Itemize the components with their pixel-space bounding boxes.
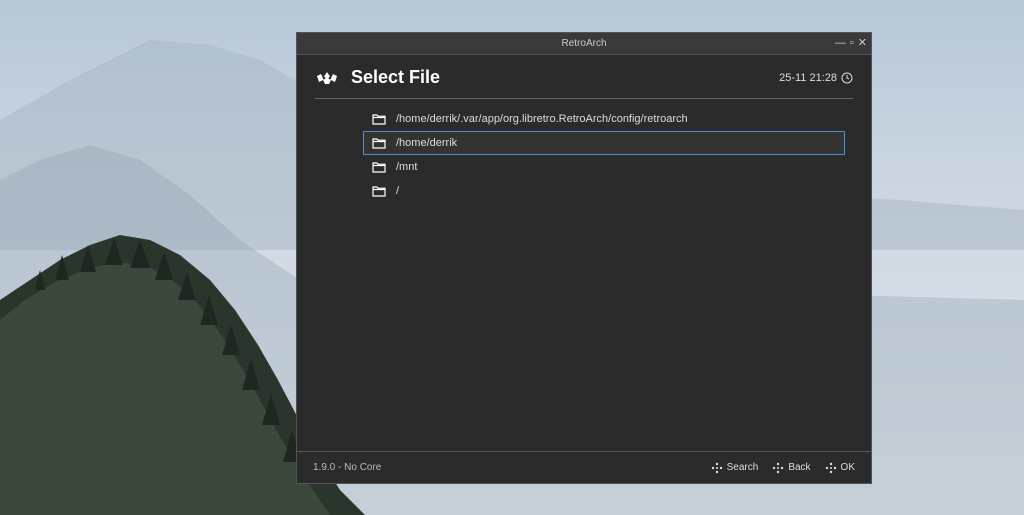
back-label: Back: [788, 462, 810, 473]
folder-icon: [372, 185, 386, 197]
clock-icon: [841, 72, 853, 84]
maximize-button[interactable]: ▫: [850, 38, 854, 49]
file-list: /home/derrik/.var/app/org.libretro.Retro…: [315, 107, 853, 203]
window-title: RetroArch: [561, 38, 606, 49]
file-item-label: /: [396, 185, 399, 197]
ok-action[interactable]: OK: [825, 462, 855, 474]
status-text: 1.9.0 - No Core: [313, 462, 381, 473]
search-action[interactable]: Search: [711, 462, 759, 474]
retroarch-icon: [315, 68, 339, 88]
close-button[interactable]: ✕: [858, 38, 867, 49]
titlebar[interactable]: RetroArch — ▫ ✕: [297, 33, 871, 55]
application-window: RetroArch — ▫ ✕ Select File 25-11 21:28 …: [296, 32, 872, 484]
page-title: Select File: [351, 67, 440, 88]
file-item-label: /mnt: [396, 161, 417, 173]
file-item-root[interactable]: /: [363, 179, 845, 203]
content-area: Select File 25-11 21:28 /home/derrik/.va…: [297, 55, 871, 451]
header-row: Select File 25-11 21:28: [315, 67, 853, 99]
clock-text: 25-11 21:28: [779, 72, 837, 84]
dpad-icon: [711, 462, 723, 474]
header-left: Select File: [315, 67, 440, 88]
minimize-button[interactable]: —: [835, 38, 846, 49]
file-item-config[interactable]: /home/derrik/.var/app/org.libretro.Retro…: [363, 107, 845, 131]
folder-icon: [372, 113, 386, 125]
dpad-icon: [772, 462, 784, 474]
file-item-label: /home/derrik: [396, 137, 457, 149]
dpad-icon: [825, 462, 837, 474]
clock: 25-11 21:28: [779, 72, 853, 84]
footer-actions: Search Back OK: [711, 462, 855, 474]
file-item-home[interactable]: /home/derrik: [363, 131, 845, 155]
folder-icon: [372, 137, 386, 149]
search-label: Search: [727, 462, 759, 473]
file-item-label: /home/derrik/.var/app/org.libretro.Retro…: [396, 113, 688, 125]
footer: 1.9.0 - No Core Search Back OK: [297, 451, 871, 483]
file-item-mnt[interactable]: /mnt: [363, 155, 845, 179]
window-controls: — ▫ ✕: [835, 33, 867, 54]
back-action[interactable]: Back: [772, 462, 810, 474]
ok-label: OK: [841, 462, 855, 473]
folder-icon: [372, 161, 386, 173]
